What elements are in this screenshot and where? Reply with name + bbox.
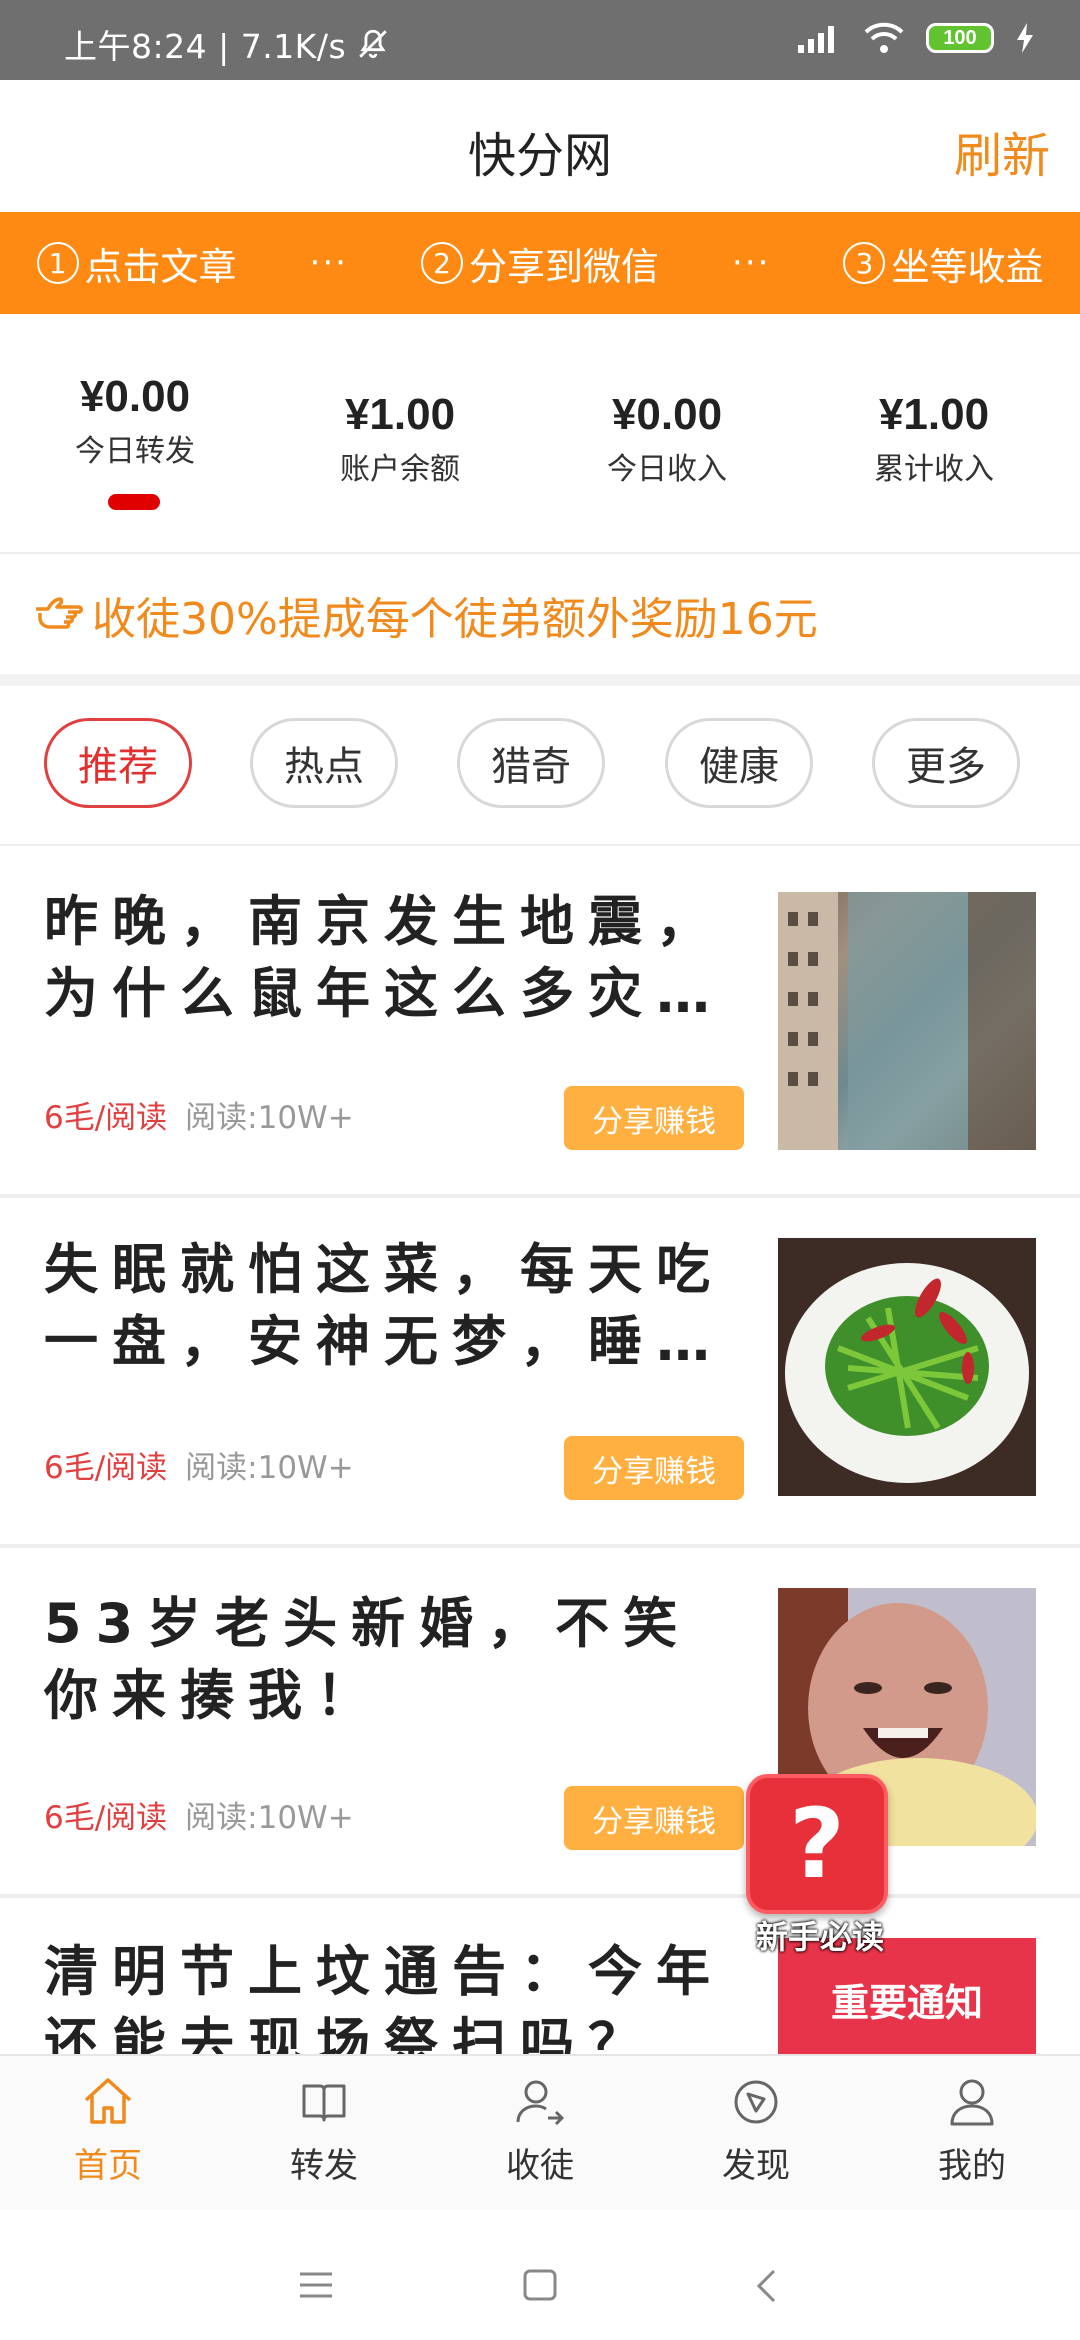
battery-icon: 100	[926, 23, 994, 53]
article-reads: 阅读:10W+	[185, 1800, 354, 1836]
nav-label: 发现	[722, 2146, 790, 2186]
article-item[interactable]: 失眠就怕这菜，每天吃一盘，安神无梦，睡… 6毛/阅读 阅读:10W+ 分享赚钱	[0, 1198, 1080, 1548]
nav-label: 首页	[74, 2146, 142, 2186]
thumbnail-text: 重要通知	[830, 1981, 983, 2025]
nav-home[interactable]: 首页	[38, 2074, 178, 2187]
article-reads: 阅读:10W+	[185, 1450, 354, 1486]
promo-text: 收徒30%提成每个徒弟额外奖励16元	[92, 594, 818, 645]
nav-label: 转发	[290, 2146, 358, 2186]
share-earn-button[interactable]: 分享赚钱	[564, 1436, 744, 1500]
section-divider	[0, 674, 1080, 686]
share-earn-button[interactable]: 分享赚钱	[564, 1786, 744, 1850]
article-item[interactable]: 53岁老头新婚，不笑你来揍我！ 6毛/阅读 阅读:10W+ 分享赚钱	[0, 1548, 1080, 1898]
charging-icon	[1017, 23, 1033, 53]
step-number: 1	[36, 242, 79, 284]
tab-hot[interactable]: 热点	[250, 718, 398, 808]
profile-icon	[950, 2079, 994, 2126]
menu-icon[interactable]	[298, 2270, 334, 2300]
home-square-icon[interactable]	[522, 2268, 558, 2302]
stat-today-forward[interactable]: ¥0.00 今日转发	[25, 372, 245, 470]
book-icon	[302, 2084, 346, 2122]
compass-icon	[734, 2080, 778, 2124]
bottom-nav: 首页 转发 收徒 发现 我的	[0, 2054, 1080, 2210]
article-thumbnail[interactable]	[778, 892, 1036, 1150]
step-number: 2	[420, 242, 463, 284]
stat-account-balance[interactable]: ¥1.00 账户余额	[290, 390, 510, 488]
pointing-hand-icon	[36, 597, 83, 629]
nav-label: 我的	[938, 2146, 1006, 2186]
add-user-icon	[516, 2080, 565, 2126]
article-rate: 6毛/阅读	[44, 1450, 168, 1486]
article-title[interactable]: 失眠就怕这菜，每天吃一盘，安神无梦，睡…	[44, 1234, 744, 1378]
building-image	[778, 892, 1036, 1150]
step-separator: ···	[309, 243, 348, 283]
home-icon	[84, 2078, 132, 2124]
step-3: 3 坐等收益	[843, 236, 1043, 291]
status-bar: 上午8:24 | 7.1K/s 100	[0, 0, 1080, 80]
stat-total-income[interactable]: ¥1.00 累计收入	[824, 390, 1044, 488]
share-earn-button[interactable]: 分享赚钱	[564, 1086, 744, 1150]
beginner-guide-label: 新手必读	[755, 1918, 884, 1956]
step-1: 1 点击文章	[36, 236, 237, 291]
stat-today-income[interactable]: ¥0.00 今日收入	[557, 390, 777, 488]
system-nav-bar	[0, 2210, 1080, 2340]
tab-health[interactable]: 健康	[665, 718, 813, 808]
article-item[interactable]: 清明节上坟通告：今年还能去现场祭扫吗？ 重要通知	[0, 1898, 1080, 2054]
nav-profile[interactable]: 我的	[902, 2074, 1042, 2187]
article-item[interactable]: 昨晚，南京发生地震，为什么鼠年这么多灾… 6毛/阅读 阅读:10W+ 分享赚钱	[0, 848, 1080, 1198]
nav-label: 收徒	[506, 2146, 574, 2186]
article-title[interactable]: 昨晚，南京发生地震，为什么鼠年这么多灾…	[44, 886, 744, 1030]
category-tabs: 推荐 热点 猎奇 健康 更多	[0, 686, 1080, 846]
article-rate: 6毛/阅读	[44, 1800, 168, 1836]
stat-value: ¥1.00	[878, 390, 990, 439]
signal-icon	[798, 26, 834, 53]
status-time: 上午8:24 | 7.1K/s	[64, 27, 347, 66]
refresh-button[interactable]: 刷新	[954, 116, 1050, 186]
tab-more[interactable]: 更多	[872, 718, 1020, 808]
article-rate: 6毛/阅读	[44, 1100, 168, 1136]
article-title[interactable]: 清明节上坟通告：今年还能去现场祭扫吗？	[44, 1936, 744, 2054]
article-thumbnail[interactable]	[778, 1238, 1036, 1496]
stat-value: ¥0.00	[611, 390, 723, 439]
nav-forward[interactable]: 转发	[254, 2074, 394, 2187]
bell-muted-icon	[359, 29, 387, 59]
question-icon: ?	[746, 1774, 888, 1914]
step-label: 点击文章	[84, 244, 237, 289]
steps-banner: 1 点击文章 ··· 2 分享到微信 ··· 3 坐等收益	[0, 212, 1080, 314]
tab-curious[interactable]: 猎奇	[457, 718, 605, 808]
stat-value: ¥1.00	[344, 390, 456, 439]
stat-label: 累计收入	[874, 452, 994, 487]
step-number: 3	[843, 242, 886, 284]
step-label: 坐等收益	[891, 244, 1044, 289]
back-icon[interactable]	[754, 2268, 778, 2304]
stat-value: ¥0.00	[79, 372, 191, 421]
beginner-guide-button[interactable]: ? 新手必读	[746, 1774, 894, 1956]
step-label: 分享到微信	[468, 244, 659, 289]
nav-discover[interactable]: 发现	[686, 2074, 826, 2187]
stat-label: 今日收入	[607, 452, 727, 487]
vegetable-dish-image	[785, 1263, 1029, 1483]
nav-recruit[interactable]: 收徒	[470, 2074, 610, 2187]
active-indicator	[108, 494, 160, 510]
article-reads: 阅读:10W+	[185, 1100, 354, 1136]
step-2: 2 分享到微信	[420, 236, 659, 291]
wifi-icon	[864, 22, 904, 53]
tab-recommend[interactable]: 推荐	[44, 718, 192, 808]
article-title[interactable]: 53岁老头新婚，不笑你来揍我！	[44, 1588, 744, 1732]
step-separator: ···	[732, 243, 771, 283]
earnings-stats: ¥0.00 今日转发 ¥1.00 账户余额 ¥0.00 今日收入 ¥1.00 累…	[0, 314, 1080, 554]
stat-label: 账户余额	[340, 452, 460, 487]
promo-banner[interactable]: 收徒30%提成每个徒弟额外奖励16元	[0, 556, 1080, 674]
stat-label: 今日转发	[75, 434, 195, 469]
app-header: 快分网 刷新	[0, 80, 1080, 212]
page-title: 快分网	[467, 128, 612, 184]
